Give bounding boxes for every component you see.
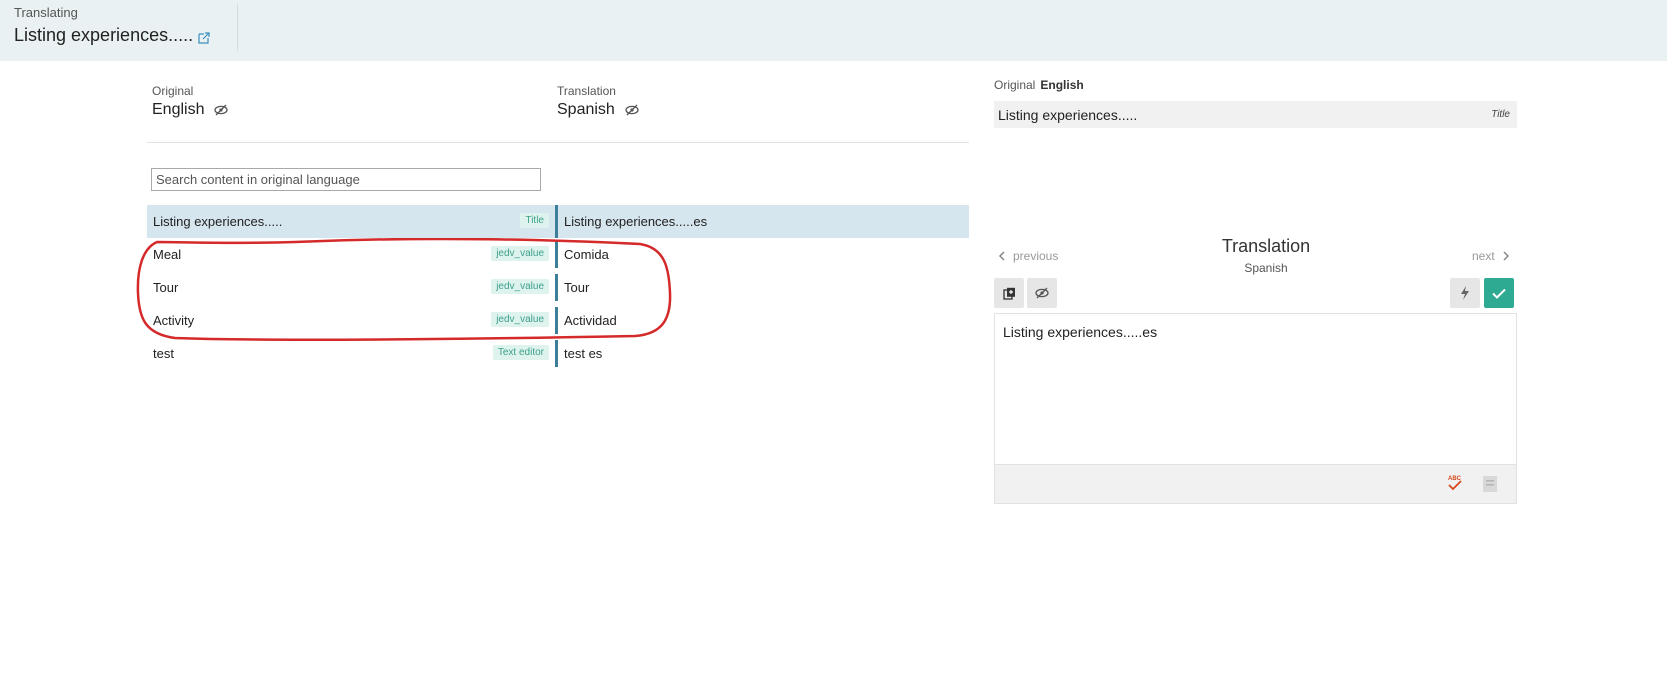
glossary-icon[interactable] <box>1482 475 1498 493</box>
original-cell: Activity jedv_value <box>147 304 555 337</box>
original-reference-box: Listing experiences..... Title <box>994 101 1517 128</box>
original-text: Tour <box>153 280 179 295</box>
next-label: next <box>1472 249 1495 263</box>
section-divider <box>147 142 969 143</box>
confirm-button[interactable] <box>1484 278 1514 308</box>
field-type-badge: jedv_value <box>491 279 549 294</box>
original-reference-header: Original English <box>994 78 1084 92</box>
translation-editor[interactable]: Listing experiences.....es <box>994 313 1517 464</box>
original-reference-label: Original <box>994 78 1036 92</box>
original-cell: Tour jedv_value <box>147 271 555 304</box>
field-type-badge: jedv_value <box>491 246 549 261</box>
eye-slash-icon[interactable] <box>625 104 639 116</box>
original-text: test <box>153 346 174 361</box>
list-item[interactable]: Tour jedv_value Tour <box>147 271 969 304</box>
header-title-text: Listing experiences..... <box>14 25 194 45</box>
translation-cell: test es <box>564 346 603 361</box>
editor-toolbar: ABC <box>994 464 1517 504</box>
external-link-icon[interactable] <box>197 31 211 45</box>
original-text: Activity <box>153 313 195 328</box>
translation-label: Translation <box>557 84 616 98</box>
previous-label: previous <box>1013 249 1059 263</box>
field-type-badge: Title <box>520 213 549 228</box>
translation-panel-title: Translation <box>1221 236 1311 256</box>
field-type-badge: jedv_value <box>491 312 549 327</box>
list-item[interactable]: Listing experiences..... Title Listing e… <box>147 205 969 238</box>
previous-button[interactable]: previous <box>998 249 1058 263</box>
top-header: Translating Listing experiences..... <box>0 0 1667 61</box>
search-input[interactable] <box>151 168 541 191</box>
chevron-right-icon <box>1503 251 1509 261</box>
eye-slash-icon[interactable] <box>214 104 229 116</box>
translation-cell: Actividad <box>564 313 617 328</box>
original-language: English <box>152 101 229 119</box>
svg-text:ABC: ABC <box>1448 476 1462 482</box>
lightning-icon <box>1461 286 1469 300</box>
chevron-left-icon <box>998 251 1005 261</box>
field-type-badge: Text editor <box>492 345 549 360</box>
eye-slash-icon <box>1035 287 1049 299</box>
copy-icon <box>1002 287 1015 300</box>
next-button[interactable]: next <box>1472 249 1510 263</box>
original-text: Listing experiences..... <box>153 214 283 229</box>
original-text: Meal <box>153 247 182 262</box>
copy-original-button[interactable] <box>994 278 1024 308</box>
content-list: Listing experiences..... Title Listing e… <box>147 205 969 370</box>
check-icon <box>1492 288 1506 299</box>
list-item[interactable]: test Text editor test es <box>147 337 969 370</box>
spellcheck-icon[interactable]: ABC <box>1446 473 1464 493</box>
original-reference-language: English <box>1040 78 1084 92</box>
original-cell: test Text editor <box>147 337 555 370</box>
header-title: Listing experiences..... <box>14 25 211 46</box>
original-language-name: English <box>152 101 205 118</box>
translation-language: Spanish <box>557 101 639 119</box>
auto-translate-button[interactable] <box>1450 278 1480 308</box>
original-reference-type: Title <box>1491 109 1510 120</box>
toggle-visibility-button[interactable] <box>1027 278 1057 308</box>
original-reference-text: Listing experiences..... <box>998 107 1138 123</box>
translation-cell: Comida <box>564 247 609 262</box>
original-cell: Meal jedv_value <box>147 238 555 271</box>
translation-cell: Tour <box>564 280 590 295</box>
list-item[interactable]: Activity jedv_value Actividad <box>147 304 969 337</box>
header-subtitle: Translating <box>14 5 78 20</box>
translation-language-name: Spanish <box>557 101 615 118</box>
translation-panel-language: Spanish <box>1244 261 1288 275</box>
original-label: Original <box>152 84 194 98</box>
translation-editor-text: Listing experiences.....es <box>1003 324 1158 340</box>
original-cell: Listing experiences..... Title <box>147 205 555 238</box>
header-divider <box>237 4 238 51</box>
translation-cell: Listing experiences.....es <box>564 214 708 229</box>
list-item[interactable]: Meal jedv_value Comida <box>147 238 969 271</box>
